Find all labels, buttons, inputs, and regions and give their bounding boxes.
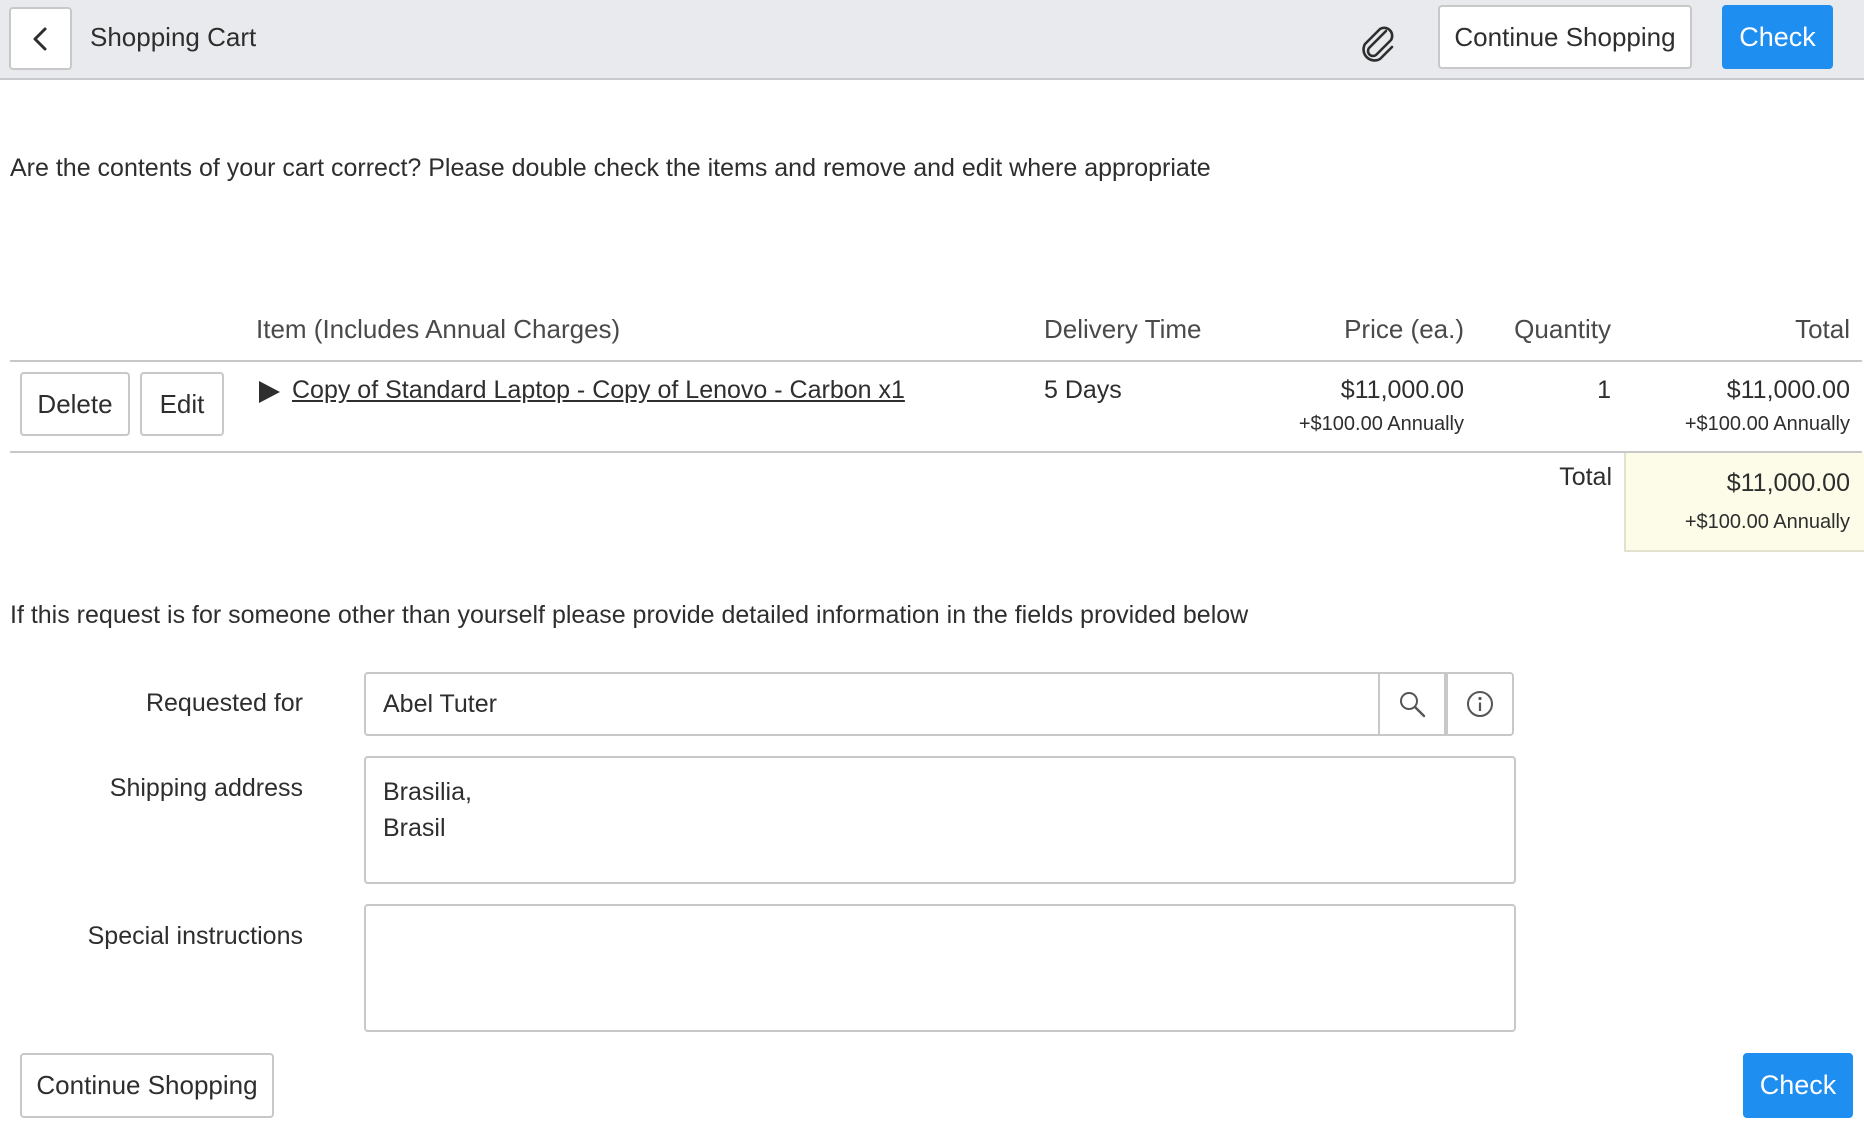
- item-total: $11,000.00: [1726, 376, 1850, 404]
- special-instructions-label: Special instructions: [87, 922, 303, 950]
- check-button[interactable]: Check: [1722, 5, 1833, 69]
- caret-right-icon[interactable]: [257, 380, 281, 404]
- shipping-address-line2: Brasil: [383, 814, 446, 842]
- requested-for-input[interactable]: Abel Tuter: [364, 672, 1380, 736]
- shipping-address-textarea[interactable]: Brasilia, Brasil: [364, 756, 1516, 884]
- item-price-recurring: +$100.00 Annually: [1298, 413, 1464, 435]
- item-total-recurring: +$100.00 Annually: [1684, 413, 1850, 435]
- requested-for-info-button[interactable]: [1446, 672, 1514, 736]
- grand-total-box: [1624, 453, 1864, 552]
- grand-total-amount: $11,000.00: [1726, 469, 1850, 497]
- column-header-item: Item (Includes Annual Charges): [256, 314, 621, 344]
- requested-for-label: Requested for: [145, 689, 303, 717]
- column-header-total: Total: [1795, 314, 1850, 344]
- column-header-delivery: Delivery Time: [1044, 314, 1202, 344]
- delivery-time: 5 Days: [1044, 376, 1122, 404]
- continue-shopping-button[interactable]: Continue Shopping: [1438, 5, 1692, 69]
- chevron-left-icon: [33, 27, 46, 50]
- back-button[interactable]: [9, 7, 72, 70]
- info-icon: [1467, 691, 1493, 717]
- requested-for-search-button[interactable]: [1378, 672, 1446, 736]
- search-icon: [1400, 692, 1426, 718]
- shipping-address-label: Shipping address: [109, 774, 303, 802]
- item-price: $11,000.00: [1340, 376, 1464, 404]
- requested-for-value: Abel Tuter: [383, 690, 497, 718]
- item-quantity: 1: [1597, 376, 1611, 404]
- page-title: Shopping Cart: [90, 22, 257, 52]
- shipping-address-line1: Brasilia,: [383, 778, 472, 806]
- table-header-divider: [10, 360, 1862, 362]
- special-instructions-textarea[interactable]: [364, 904, 1516, 1032]
- page-header: Shopping Cart Continue Shopping Check: [0, 0, 1864, 80]
- grand-total-recurring: +$100.00 Annually: [1684, 511, 1850, 533]
- delete-button[interactable]: Delete: [20, 372, 130, 436]
- cart-item-link[interactable]: Copy of Standard Laptop - Copy of Lenovo…: [292, 376, 905, 405]
- table-row-divider: [10, 451, 1862, 453]
- edit-button[interactable]: Edit: [140, 372, 224, 436]
- footer-continue-shopping-button[interactable]: Continue Shopping: [20, 1053, 274, 1118]
- footer-check-button[interactable]: Check: [1743, 1053, 1853, 1118]
- paperclip-icon[interactable]: [1356, 22, 1400, 66]
- grand-total-label: Total: [1559, 463, 1612, 491]
- column-header-price: Price (ea.): [1344, 314, 1464, 344]
- request-instructions: If this request is for someone other tha…: [10, 601, 1249, 629]
- column-header-quantity: Quantity: [1514, 314, 1611, 344]
- cart-instructions: Are the contents of your cart correct? P…: [10, 154, 1211, 182]
